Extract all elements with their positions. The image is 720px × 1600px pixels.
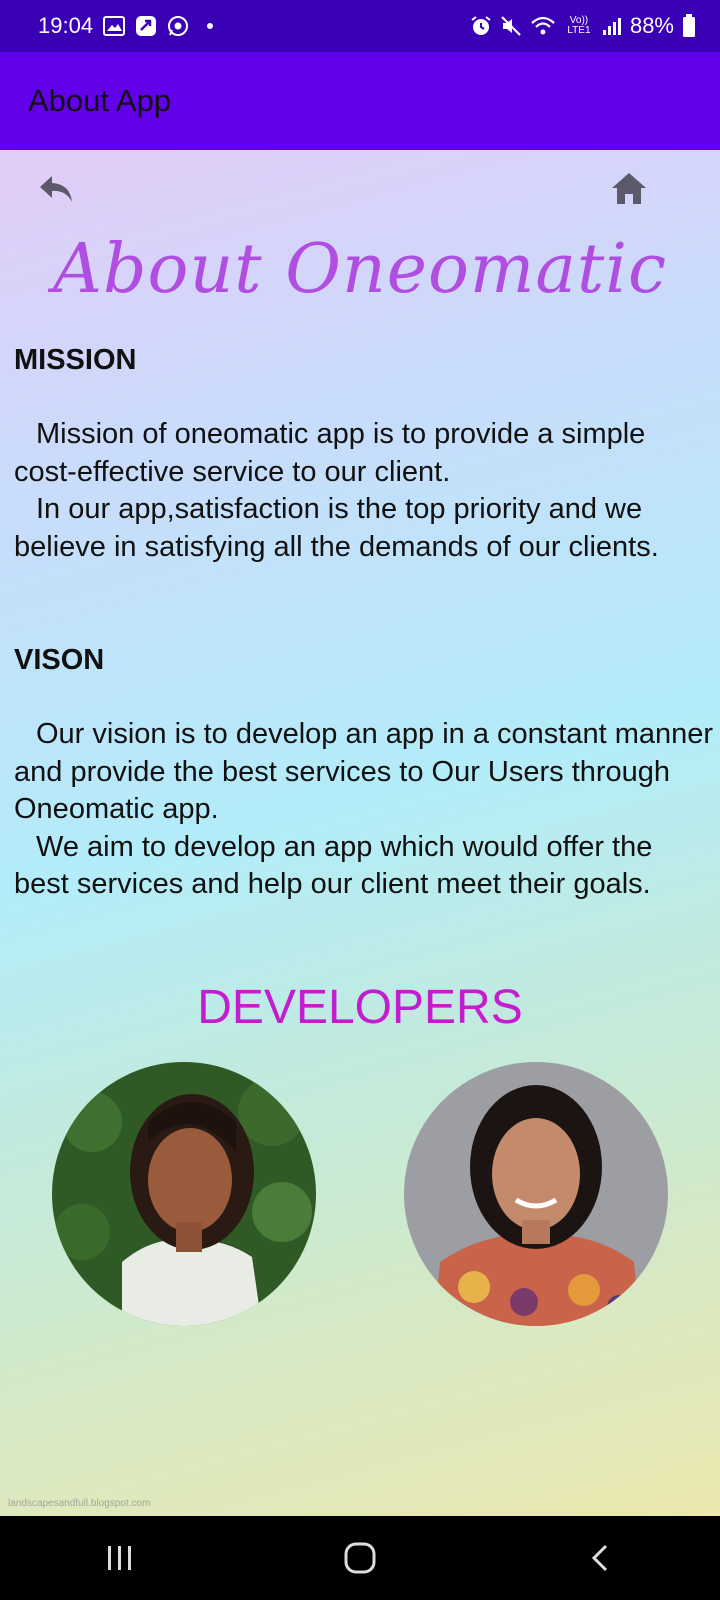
app-bar: About App bbox=[0, 52, 720, 150]
battery-percent: 88% bbox=[629, 13, 674, 38]
signal-icon bbox=[602, 16, 622, 36]
whatsapp-icon bbox=[167, 15, 189, 37]
battery-icon bbox=[682, 14, 696, 38]
about-content[interactable]: About Oneomatic MISSION Mission of oneom… bbox=[0, 150, 720, 1516]
vision-text: Our vision is to develop an app in a con… bbox=[14, 716, 714, 904]
watermark-text: landscapesandfull.blogspot.com bbox=[8, 1498, 151, 1509]
system-nav-bar bbox=[0, 1516, 720, 1600]
mission-heading: MISSION bbox=[14, 344, 137, 376]
page-title: About Oneomatic bbox=[52, 230, 668, 309]
app-bar-title: About App bbox=[28, 83, 172, 118]
network-type-text: Vo)) LTE1 bbox=[567, 15, 591, 36]
notification-dot bbox=[207, 23, 214, 29]
back-arrow-icon[interactable] bbox=[36, 172, 76, 206]
status-bar: 19:04 Vo)) LTE1 88% bbox=[0, 0, 720, 52]
wifi-icon bbox=[530, 15, 556, 37]
mission-paragraph-1: Mission of oneomatic app is to provide a… bbox=[14, 418, 646, 488]
status-time: 19:04 bbox=[38, 13, 94, 38]
image-icon bbox=[103, 16, 126, 36]
recents-icon[interactable] bbox=[90, 1528, 150, 1588]
vision-paragraph-1: Our vision is to develop an app in a con… bbox=[14, 718, 714, 825]
vision-paragraph-2: We aim to develop an app which would off… bbox=[14, 830, 653, 901]
vision-heading: VISON bbox=[14, 644, 105, 676]
mission-text: Mission of oneomatic app is to provide a… bbox=[14, 416, 714, 566]
developer-avatar-1[interactable] bbox=[52, 1062, 316, 1326]
home-nav-icon[interactable] bbox=[330, 1528, 390, 1588]
back-nav-icon[interactable] bbox=[570, 1528, 630, 1588]
developers-heading: DEVELOPERS bbox=[197, 981, 523, 1034]
home-icon[interactable] bbox=[608, 170, 650, 208]
alarm-icon bbox=[470, 15, 492, 37]
mute-icon bbox=[500, 15, 522, 37]
developer-avatar-2[interactable] bbox=[404, 1062, 668, 1326]
mission-paragraph-2: In our app,satisfaction is the top prior… bbox=[14, 493, 659, 563]
network-label: Vo)) LTE1 bbox=[564, 16, 594, 36]
app-icon bbox=[135, 15, 157, 37]
